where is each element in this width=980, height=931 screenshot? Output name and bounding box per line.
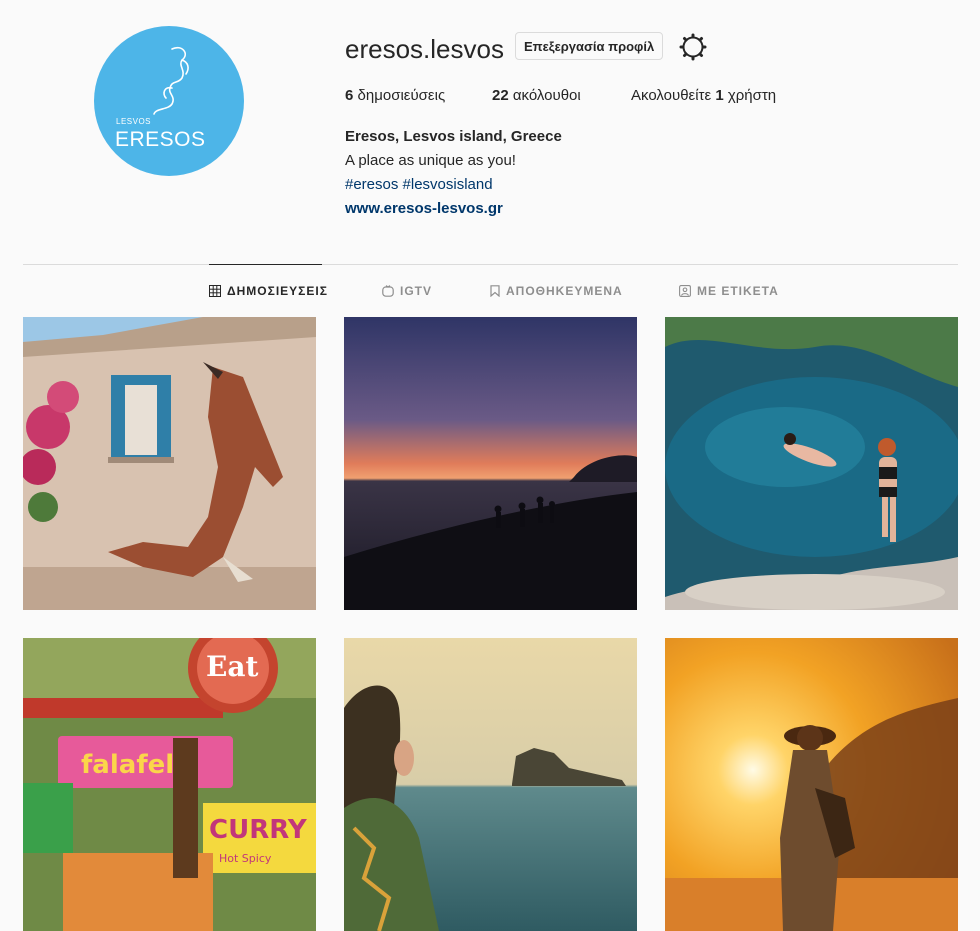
following-count-label: χρήστη <box>723 87 777 104</box>
photo-fox-mural[interactable] <box>23 317 316 610</box>
hot-spicy-sign-text: Hot Spicy <box>219 852 272 865</box>
profile-username: eresos.lesvos <box>345 34 504 64</box>
avatar-big-text: ERESOS <box>115 128 206 151</box>
falafel-sign-text: falafel <box>81 750 174 780</box>
following-count-number: 1 <box>715 87 724 104</box>
tab-saved-label: ΑΠΟΘΗΚΕΥΜΕΝΑ <box>506 284 623 298</box>
followers-count[interactable]: 22 ακόλουθοι <box>492 87 581 104</box>
bio-website-link[interactable]: www.eresos-lesvos.gr <box>345 200 503 217</box>
photo-swimmers-pool[interactable] <box>665 317 958 610</box>
tab-tagged-label: ΜΕ ΕΤΙΚΕΤΑ <box>697 284 779 298</box>
eresos-logo-figure <box>153 46 189 115</box>
bio-name: Eresos, Lesvos island, Greece <box>345 128 562 145</box>
bio-text: A place as unique as you! <box>345 152 516 169</box>
posts-count-label: δημοσιεύσεις <box>353 87 446 104</box>
tab-posts-label: ΔΗΜΟΣΙΕΥΣΕΙΣ <box>227 284 328 298</box>
avatar-small-text: LESVOS <box>116 117 152 126</box>
igtv-icon <box>382 285 394 297</box>
tag-icon <box>679 285 691 297</box>
grid-icon <box>209 285 221 297</box>
followers-count-number: 22 <box>492 87 509 104</box>
tab-tagged[interactable]: ΜΕ ΕΤΙΚΕΤΑ <box>679 284 779 298</box>
bookmark-icon <box>490 285 500 297</box>
edit-profile-button[interactable]: Επεξεργασία προφίλ <box>515 32 664 60</box>
settings-gear-icon[interactable] <box>679 33 707 61</box>
following-count[interactable]: Ακολουθείτε 1 χρήστη <box>631 87 776 104</box>
following-prefix: Ακολουθείτε <box>631 87 716 104</box>
tab-posts[interactable]: ΔΗΜΟΣΙΕΥΣΕΙΣ <box>209 284 328 298</box>
curry-sign-text: CURRY <box>209 815 308 845</box>
tabs-divider <box>23 264 958 265</box>
posts-count: 6 δημοσιεύσεις <box>345 87 445 104</box>
active-tab-indicator <box>209 264 322 265</box>
eat-sign-text: Eat <box>206 650 258 683</box>
profile-avatar[interactable]: LESVOS ERESOS <box>94 26 244 176</box>
photo-food-signs[interactable]: Eat falafel CURRY Hot Spicy <box>23 638 316 931</box>
photo-woman-golden-sunset[interactable] <box>665 638 958 931</box>
tab-saved[interactable]: ΑΠΟΘΗΚΕΥΜΕΝΑ <box>490 284 623 298</box>
photo-woman-sea-rock[interactable] <box>344 638 637 931</box>
bio-hashtags[interactable]: #eresos #lesvosisland <box>345 176 493 193</box>
tab-igtv-label: IGTV <box>400 284 433 298</box>
tab-igtv[interactable]: IGTV <box>382 284 432 298</box>
photo-sunset-beach[interactable] <box>344 317 637 610</box>
followers-count-label: ακόλουθοι <box>508 87 581 104</box>
